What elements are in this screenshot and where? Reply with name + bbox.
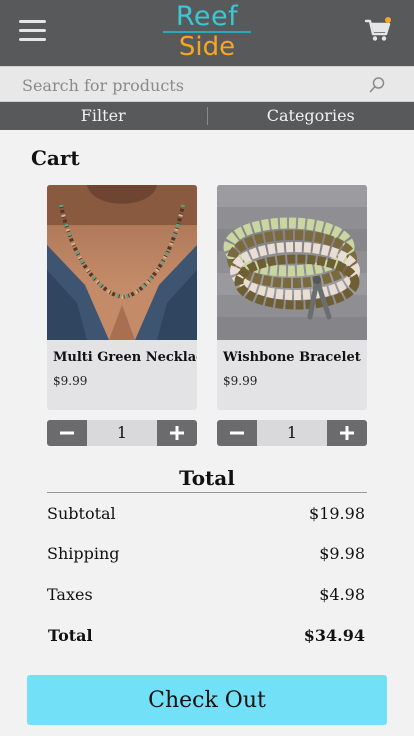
taxes-row: Taxes $4.98 [47, 585, 365, 609]
plus-icon [170, 426, 184, 440]
decrease-quantity-button[interactable] [47, 420, 87, 446]
plus-icon [340, 426, 354, 440]
total-value: $34.94 [303, 626, 365, 645]
search-icon[interactable] [368, 76, 386, 94]
product-name: Wishbone Bracelet [223, 350, 361, 365]
shopping-cart-icon[interactable] [364, 16, 392, 44]
cart-item-card[interactable]: Multi Green Necklace $9.99 [47, 185, 197, 410]
app-header: Reef Side [0, 0, 414, 66]
increase-quantity-button[interactable] [157, 420, 197, 446]
shipping-row: Shipping $9.98 [47, 544, 365, 568]
hamburger-menu-icon[interactable] [19, 19, 46, 43]
filter-button[interactable]: Filter [0, 102, 207, 130]
necklace-product-image [47, 185, 197, 340]
totals-divider [47, 492, 367, 493]
taxes-label: Taxes [47, 585, 93, 604]
cart-badge [385, 17, 391, 23]
page-title: Cart [31, 146, 80, 170]
shipping-label: Shipping [47, 544, 120, 563]
decrease-quantity-button[interactable] [217, 420, 257, 446]
product-price: $9.99 [223, 374, 258, 388]
bracelet-product-image [217, 185, 367, 340]
subtotal-value: $19.98 [309, 504, 365, 523]
product-price: $9.99 [53, 374, 88, 388]
total-label: Total [48, 626, 93, 645]
search-bar [0, 66, 414, 102]
minus-icon [60, 431, 74, 435]
checkout-button[interactable]: Check Out [27, 675, 387, 725]
filter-category-bar: Filter Categories [0, 102, 414, 130]
search-input[interactable] [22, 72, 362, 98]
quantity-value[interactable]: 1 [87, 420, 157, 446]
logo-line-1: Reef [175, 1, 239, 32]
taxes-value: $4.98 [319, 585, 365, 604]
increase-quantity-button[interactable] [327, 420, 367, 446]
shipping-value: $9.98 [319, 544, 365, 563]
total-row: Total $34.94 [47, 626, 365, 650]
quantity-value[interactable]: 1 [257, 420, 327, 446]
subtotal-label: Subtotal [47, 504, 116, 523]
product-name: Multi Green Necklace [53, 350, 197, 365]
logo-line-2: Side [178, 32, 236, 62]
totals-heading: Total [179, 466, 235, 490]
quantity-stepper: 1 [217, 420, 367, 446]
subtotal-row: Subtotal $19.98 [47, 504, 365, 528]
minus-icon [230, 431, 244, 435]
cart-item-card[interactable]: Wishbone Bracelet $9.99 [217, 185, 367, 410]
quantity-stepper: 1 [47, 420, 197, 446]
categories-button[interactable]: Categories [208, 102, 414, 130]
brand-logo[interactable]: Reef Side [157, 3, 257, 63]
